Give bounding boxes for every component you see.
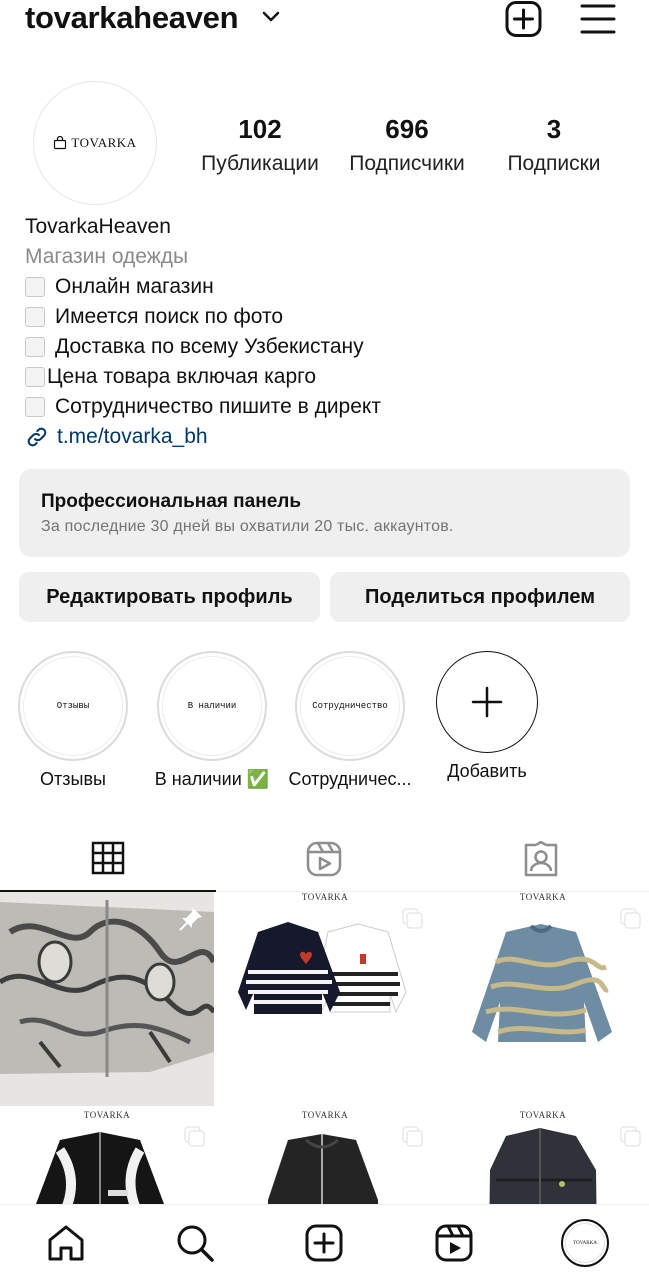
share-profile-button[interactable]: Поделиться профилем: [330, 572, 630, 622]
bio-line-text: Имеется поиск по фото: [55, 305, 284, 328]
post-image-tie-dye-sweater: [472, 924, 612, 1042]
add-highlight-button[interactable]: [436, 651, 538, 753]
post-brand-text: TOVARKA: [301, 1110, 349, 1120]
stat-following[interactable]: 3 Подписки: [484, 114, 624, 184]
checkbox-emoji-icon: [25, 337, 45, 357]
posts-count: 102: [238, 114, 282, 144]
post-brand-text: TOVARKA: [519, 1110, 567, 1120]
following-count: 3: [546, 114, 562, 144]
profile-avatar[interactable]: TOVARKA: [33, 81, 157, 205]
highlight-label: Добавить: [447, 761, 527, 781]
search-icon[interactable]: [175, 1223, 215, 1263]
following-label: Подписки: [507, 152, 601, 175]
posts-label: Публикации: [201, 152, 319, 175]
highlight-reviews[interactable]: Отзывы Отзывы: [3, 651, 143, 793]
professional-dashboard[interactable]: Профессиональная панель За последние 30 …: [19, 469, 630, 557]
link-icon: [27, 427, 47, 447]
bio-line: Доставка по всему Узбекистану: [25, 332, 625, 362]
bio: TovarkaHeaven Магазин одежды Онлайн мага…: [25, 212, 625, 452]
checkbox-emoji-icon: [25, 397, 45, 417]
tab-posts-grid[interactable]: [0, 826, 216, 892]
profile-nav-avatar[interactable]: TOVARKA: [561, 1219, 609, 1267]
avatar-brand-text: TOVARKA: [71, 135, 137, 150]
highlight-add[interactable]: Добавить: [417, 651, 557, 785]
highlight-cover: Сотрудничество: [300, 656, 400, 756]
bio-line-text: Сотрудничество пишите в директ: [55, 395, 381, 418]
bio-name: TovarkaHeaven: [25, 215, 171, 238]
plus-icon: [471, 686, 503, 718]
avatar-logo: TOVARKA: [53, 135, 136, 151]
checkbox-emoji-icon: [25, 367, 45, 387]
highlight-cover: В наличии: [162, 656, 262, 756]
post-tile[interactable]: [0, 892, 214, 1106]
bio-line-text: Доставка по всему Узбекистану: [55, 335, 364, 358]
profile-tabs: [0, 826, 649, 892]
highlight-cooperation[interactable]: Сотрудничество Сотрудничес...: [280, 651, 420, 793]
pro-panel-subtitle: За последние 30 дней вы охватили 20 тыс.…: [41, 518, 454, 535]
post-brand-text: TOVARKA: [83, 1110, 131, 1120]
post-brand-text: TOVARKA: [301, 892, 349, 902]
highlight-ring: Отзывы: [18, 651, 128, 761]
reels-nav-icon[interactable]: [434, 1223, 474, 1263]
profile-nav-avatar-image: TOVARKA: [565, 1223, 605, 1263]
bio-line-text: Онлайн магазин: [55, 275, 214, 298]
highlight-label: Сотрудничес...: [288, 769, 412, 789]
highlight-label: В наличии ✅: [154, 769, 270, 789]
highlight-label: Отзывы: [40, 769, 106, 789]
multiple-photos-icon: [402, 908, 423, 929]
post-image-striped-sweaters: [238, 922, 407, 1014]
stat-posts[interactable]: 102 Публикации: [190, 114, 330, 184]
followers-label: Подписчики: [349, 152, 465, 175]
post-tile[interactable]: TOVARKA: [218, 892, 432, 1106]
username-title[interactable]: tovarkaheaven: [25, 0, 239, 36]
followers-count: 696: [385, 114, 429, 144]
checkbox-emoji-icon: [25, 307, 45, 327]
highlight-ring: Сотрудничество: [295, 651, 405, 761]
reels-icon: [306, 841, 342, 876]
post-brand-text: TOVARKA: [519, 892, 567, 902]
highlight-in-stock[interactable]: В наличии В наличии ✅: [142, 651, 282, 793]
multiple-photos-icon: [620, 908, 641, 929]
multiple-photos-icon: [402, 1126, 423, 1147]
pro-panel-title: Профессиональная панель: [41, 491, 302, 512]
plus-square-icon[interactable]: [505, 1, 543, 37]
create-icon[interactable]: [304, 1223, 344, 1263]
tab-reels[interactable]: [216, 826, 432, 892]
bio-category: Магазин одежды: [25, 245, 189, 268]
bio-link[interactable]: t.me/tovarka_bh: [25, 422, 625, 452]
bag-icon: [54, 136, 67, 150]
highlight-ring: В наличии: [157, 651, 267, 761]
tab-tagged[interactable]: [432, 826, 649, 892]
bio-link-text: t.me/tovarka_bh: [57, 425, 208, 448]
bio-line: Имеется поиск по фото: [25, 302, 625, 332]
highlight-cover: Отзывы: [23, 656, 123, 756]
edit-profile-button[interactable]: Редактировать профиль: [19, 572, 320, 622]
top-bar: tovarkaheaven: [0, 0, 649, 40]
hamburger-menu-icon[interactable]: [580, 3, 616, 35]
checkbox-emoji-icon: [25, 277, 45, 297]
bio-line-text: Цена товара включая карго: [47, 365, 317, 388]
grid-icon: [91, 841, 125, 875]
tagged-icon: [524, 840, 557, 876]
bottom-navigation: TOVARKA: [0, 1204, 649, 1280]
multiple-photos-icon: [184, 1126, 205, 1147]
pin-icon: [179, 908, 202, 931]
bio-line: Сотрудничество пишите в директ: [25, 392, 625, 422]
multiple-photos-icon: [620, 1126, 641, 1147]
home-icon[interactable]: [46, 1223, 86, 1263]
bio-line: Цена товара включая карго: [25, 362, 625, 392]
post-tile[interactable]: TOVARKA: [436, 892, 649, 1106]
bio-line: Онлайн магазин: [25, 272, 625, 302]
stat-followers[interactable]: 696 Подписчики: [337, 114, 477, 184]
chevron-down-icon[interactable]: [260, 6, 282, 28]
